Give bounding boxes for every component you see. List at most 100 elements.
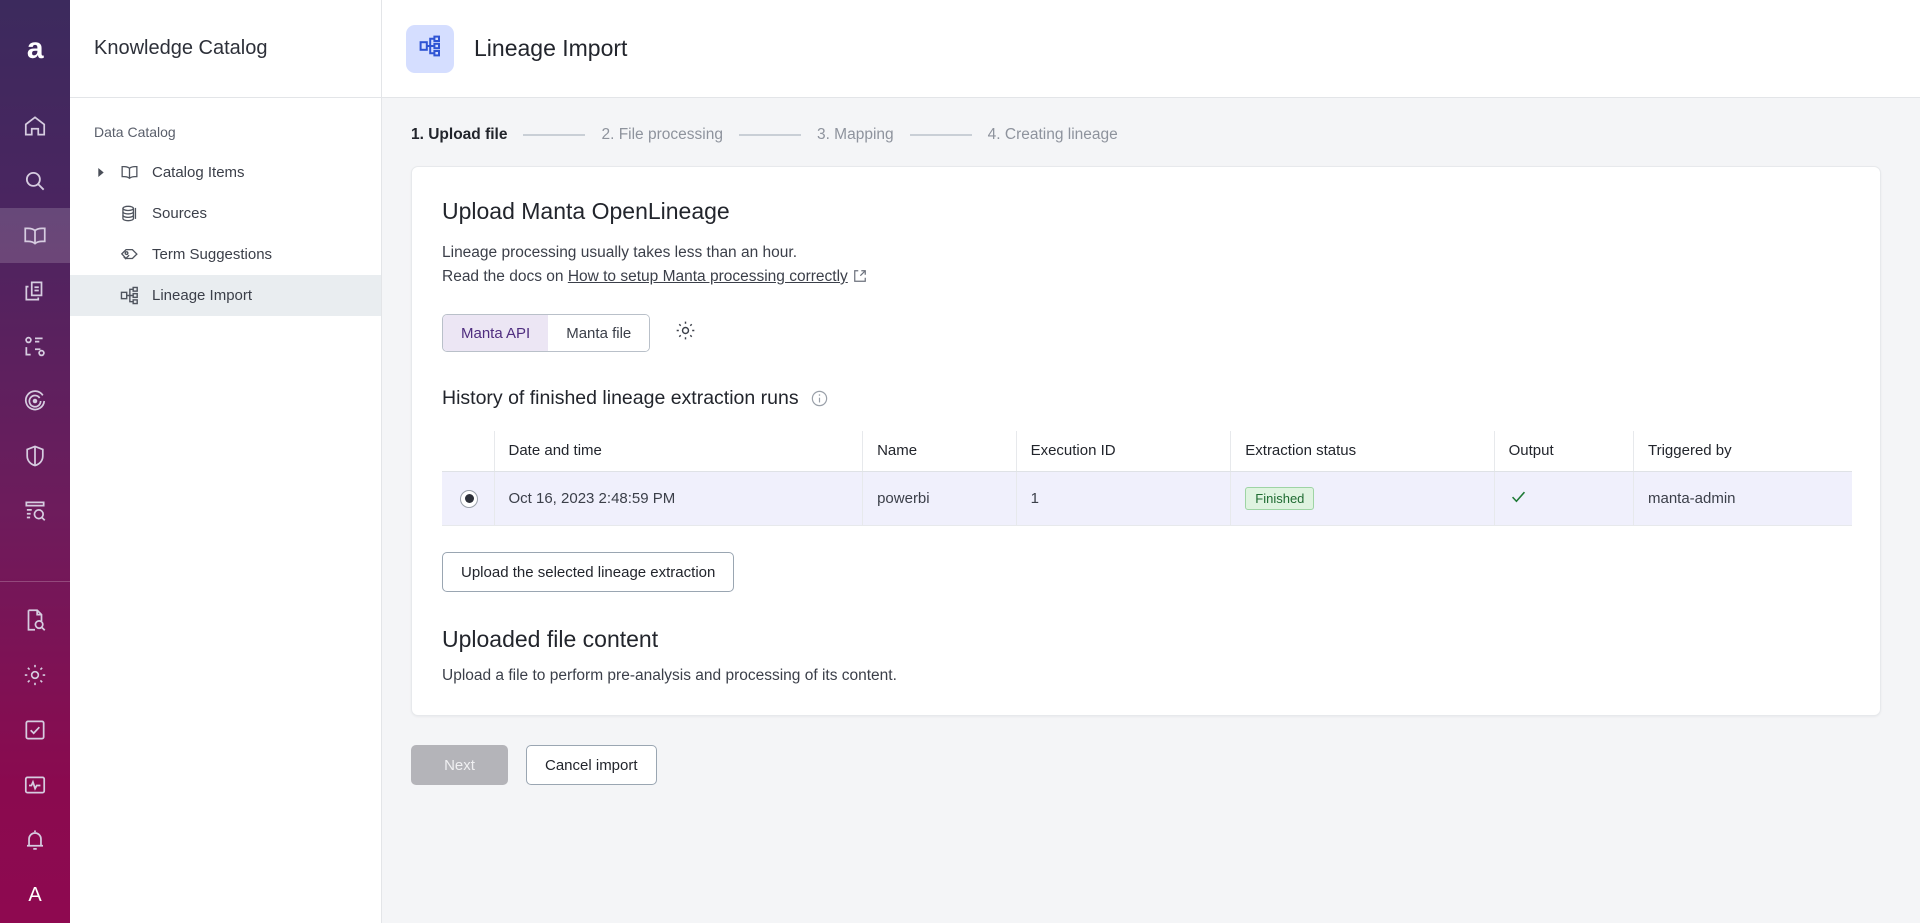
segment-manta-file[interactable]: Manta file (548, 315, 650, 352)
card-container: Upload Manta OpenLineage Lineage process… (382, 166, 1920, 717)
row-select-cell[interactable] (442, 471, 495, 527)
segment-manta-api[interactable]: Manta API (443, 315, 549, 352)
column-name: Name (862, 431, 1017, 473)
wizard-footer-actions: Next Cancel import (382, 716, 1920, 786)
book-open-icon (119, 162, 141, 183)
rail-item-tasks[interactable] (0, 702, 70, 757)
brand-logo[interactable]: a (0, 0, 70, 98)
history-heading: History of finished lineage extraction r… (442, 387, 1852, 410)
upload-selected-extraction-button[interactable]: Upload the selected lineage extraction (442, 552, 735, 593)
step-3[interactable]: 3. Mapping (817, 126, 894, 144)
status-badge: Finished (1245, 487, 1315, 511)
rail-item-deployments[interactable] (0, 318, 70, 373)
step-2[interactable]: 2. File processing (601, 126, 722, 144)
wizard-stepper: 1. Upload file 2. File processing 3. Map… (382, 98, 1920, 166)
step-4[interactable]: 4. Creating lineage (988, 126, 1118, 144)
sidebar-item-label: Catalog Items (152, 164, 245, 181)
docs-prefix: Read the docs on (442, 268, 568, 286)
docs-link[interactable]: How to setup Manta processing correctly (568, 268, 848, 285)
source-toggle-row: Manta API Manta file (442, 314, 1852, 353)
rail-item-monitoring[interactable] (0, 757, 70, 812)
column-output: Output (1494, 431, 1634, 473)
rail-divider (0, 581, 70, 582)
chevron-right-icon[interactable] (94, 168, 108, 177)
rail-item-governance[interactable] (0, 428, 70, 483)
rail-item-administration[interactable] (0, 647, 70, 702)
step-connector (909, 134, 972, 136)
sidebar-item-lineage-import[interactable]: Lineage Import (70, 275, 381, 316)
sidebar: Knowledge Catalog Data Catalog Catalog I… (70, 0, 382, 923)
sidebar-item-label: Lineage Import (152, 287, 253, 304)
rail-item-data-quality[interactable] (0, 483, 70, 538)
external-link-icon[interactable] (853, 267, 867, 291)
gear-icon (674, 319, 697, 347)
data-quality-icon (22, 498, 48, 524)
gear-icon (22, 662, 48, 688)
step-connector (738, 134, 801, 136)
sidebar-item-term-suggestions[interactable]: Term Suggestions (70, 234, 381, 275)
uploaded-file-content-note: Upload a file to perform pre-analysis an… (442, 667, 897, 685)
row-radio-button[interactable] (460, 489, 478, 508)
runs-table: Date and time Name Execution ID Extracti… (442, 431, 1852, 527)
target-icon (22, 388, 48, 414)
projects-icon (22, 278, 48, 304)
sidebar-item-catalog-items[interactable]: Catalog Items (70, 152, 381, 193)
sidebar-title: Knowledge Catalog (94, 37, 268, 59)
sidebar-section-label: Data Catalog (94, 124, 176, 140)
rail-item-data-fabric[interactable] (0, 373, 70, 428)
cell-name: powerbi (862, 471, 1017, 527)
table-row[interactable]: Oct 16, 2023 2:48:59 PM powerbi 1 Finish… (442, 471, 1852, 527)
database-icon (119, 203, 141, 224)
source-segmented-control: Manta API Manta file (442, 314, 651, 353)
cancel-import-button[interactable]: Cancel import (526, 745, 657, 786)
cell-triggered-by: manta-admin (1633, 471, 1852, 527)
runs-table-body: Oct 16, 2023 2:48:59 PM powerbi 1 Finish… (442, 471, 1852, 527)
upload-card: Upload Manta OpenLineage Lineage process… (411, 166, 1881, 717)
page-header-icon-tile (406, 24, 454, 73)
sidebar-item-sources[interactable]: Sources (70, 193, 381, 234)
rail-item-knowledge-catalog[interactable] (0, 208, 70, 263)
column-execution-id: Execution ID (1016, 431, 1232, 473)
column-extraction-status: Extraction status (1230, 431, 1495, 473)
step-1[interactable]: 1. Upload file (411, 126, 507, 144)
tag-icon (119, 244, 141, 265)
monitor-icon (22, 772, 48, 798)
card-subtext-line1: Lineage processing usually takes less th… (442, 244, 798, 261)
sidebar-item-label: Term Suggestions (152, 246, 273, 263)
rail-item-home[interactable] (0, 98, 70, 153)
rail-item-documentation[interactable] (0, 592, 70, 647)
column-select (442, 431, 495, 473)
lineage-icon (418, 34, 442, 63)
cell-date-and-time: Oct 16, 2023 2:48:59 PM (494, 471, 864, 527)
avatar[interactable]: A (0, 867, 70, 923)
deployments-icon (22, 333, 48, 359)
rail-item-projects[interactable] (0, 263, 70, 318)
rail-item-search[interactable] (0, 153, 70, 208)
document-search-icon (22, 607, 48, 633)
cell-output (1494, 471, 1634, 527)
card-heading: Upload Manta OpenLineage (442, 198, 730, 224)
main-content: Lineage Import 1. Upload file 2. File pr… (382, 0, 1920, 923)
tasks-icon (22, 717, 48, 743)
card-subtext: Lineage processing usually takes less th… (442, 241, 1852, 291)
search-icon (22, 168, 48, 194)
avatar-initial: A (28, 883, 42, 906)
app-root: a A Knowledge Catalog Data Catalog Catal… (0, 0, 1920, 923)
shield-icon (22, 443, 48, 469)
lineage-icon (119, 285, 141, 306)
cell-extraction-status: Finished (1230, 471, 1495, 527)
next-button[interactable]: Next (411, 745, 508, 786)
table-header-row: Date and time Name Execution ID Extracti… (442, 431, 1852, 473)
page-header: Lineage Import (382, 0, 1920, 98)
settings-button[interactable] (674, 319, 697, 347)
history-heading-text: History of finished lineage extraction r… (442, 387, 799, 410)
book-icon (22, 223, 48, 249)
rail-item-notifications[interactable] (0, 812, 70, 867)
column-date-and-time: Date and time (494, 431, 864, 473)
home-icon (22, 113, 48, 139)
card-subtext-line2: Read the docs on How to setup Manta proc… (442, 265, 1852, 291)
page-title: Lineage Import (474, 35, 628, 61)
sidebar-item-label: Sources (152, 205, 208, 222)
sidebar-header: Knowledge Catalog (70, 0, 381, 98)
info-icon[interactable] (810, 389, 829, 408)
